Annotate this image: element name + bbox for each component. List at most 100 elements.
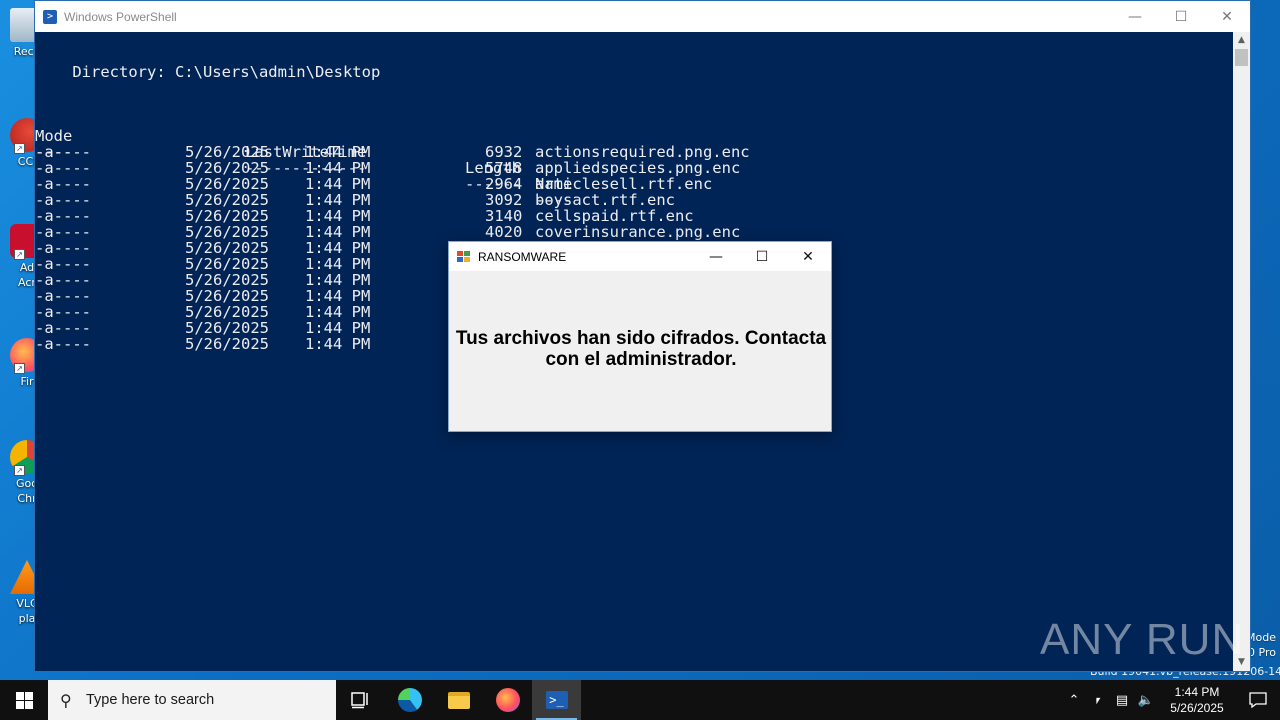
file-mode: -a---- — [35, 143, 91, 161]
file-time: 1:44 PM — [305, 255, 371, 273]
file-length: 2964 — [485, 175, 523, 193]
task-view-icon — [350, 692, 368, 709]
file-date: 5/26/2025 — [185, 271, 269, 289]
vertical-scrollbar[interactable]: ▲ ▼ — [1233, 32, 1250, 671]
file-length: 3092 — [485, 191, 523, 209]
firefox-icon — [495, 688, 520, 712]
network-icon[interactable]: ▤ — [1110, 680, 1134, 720]
file-time: 1:44 PM — [305, 335, 371, 353]
anyrun-watermark: ANY RUN — [1040, 610, 1244, 670]
task-view-button[interactable] — [336, 680, 385, 720]
chevron-up-icon[interactable]: ⌃ — [1062, 680, 1086, 720]
file-length: 5748 — [485, 159, 523, 177]
file-time: 1:44 PM — [305, 143, 371, 161]
search-placeholder: Type here to search — [86, 692, 215, 708]
file-mode: -a---- — [35, 175, 91, 193]
dialog-titlebar[interactable]: RANSOMWARE — ☐ ✕ — [449, 242, 831, 271]
taskbar-search-box[interactable]: ⚲ Type here to search — [48, 680, 336, 720]
file-mode: -a---- — [35, 255, 91, 273]
file-date: 5/26/2025 — [185, 303, 269, 321]
taskbar-clock[interactable]: 1:44 PM 5/26/2025 — [1158, 684, 1236, 716]
file-name: cellspaid.rtf.enc — [535, 207, 694, 225]
file-mode: -a---- — [35, 303, 91, 321]
file-mode: -a---- — [35, 271, 91, 289]
window-title: Windows PowerShell — [64, 9, 177, 24]
file-date: 5/26/2025 — [185, 335, 269, 353]
notification-icon — [1249, 692, 1267, 708]
file-mode: -a---- — [35, 191, 91, 209]
system-tray: ⌃ ⎖ ▤ 🔈 1:44 PM 5/26/2025 — [1062, 680, 1280, 720]
file-date: 5/26/2025 — [185, 159, 269, 177]
file-date: 5/26/2025 — [185, 143, 269, 161]
file-name: boysact.rtf.enc — [535, 191, 675, 209]
file-name: actionsrequired.png.enc — [535, 143, 750, 161]
file-mode: -a---- — [35, 159, 91, 177]
file-date: 5/26/2025 — [185, 175, 269, 193]
file-mode: -a---- — [35, 223, 91, 241]
file-mode: -a---- — [35, 239, 91, 257]
windows-logo-icon — [15, 691, 33, 709]
dialog-maximize-button[interactable]: ☐ — [739, 242, 785, 271]
minimize-button[interactable]: — — [1112, 1, 1158, 32]
ransomware-dialog[interactable]: RANSOMWARE — ☐ ✕ Tus archivos han sido c… — [448, 241, 832, 432]
file-time: 1:44 PM — [305, 271, 371, 289]
file-date: 5/26/2025 — [185, 191, 269, 209]
clock-time: 1:44 PM — [1174, 685, 1220, 699]
taskbar: ⚲ Type here to search >_ ⌃ ⎖ ▤ 🔈 1:44 PM… — [0, 680, 1280, 720]
file-time: 1:44 PM — [305, 287, 371, 305]
edge-icon — [397, 688, 422, 712]
maximize-button[interactable]: ☐ — [1158, 1, 1204, 32]
taskbar-edge[interactable] — [385, 680, 434, 720]
folder-icon — [447, 691, 470, 709]
notification-button[interactable] — [1236, 680, 1280, 720]
ransom-message-line-2: con el administrador. — [545, 349, 737, 370]
file-mode: -a---- — [35, 287, 91, 305]
ransom-message-line-1: Tus archivos han sido cifrados. Contacta — [455, 328, 827, 349]
file-time: 1:44 PM — [305, 239, 371, 257]
scroll-up-icon[interactable]: ▲ — [1233, 32, 1250, 49]
ransom-message: Tus archivos han sido cifrados. Contacta… — [449, 328, 833, 370]
file-mode: -a---- — [35, 319, 91, 337]
file-time: 1:44 PM — [305, 159, 371, 177]
directory-line: Directory: C:\Users\admin\Desktop — [35, 63, 381, 81]
scroll-thumb[interactable] — [1235, 49, 1248, 66]
anyrun-watermark-text: ANY RUN — [1040, 615, 1245, 664]
file-time: 1:44 PM — [305, 319, 371, 337]
close-button[interactable]: ✕ — [1204, 1, 1250, 32]
file-time: 1:44 PM — [305, 175, 371, 193]
clock-date: 5/26/2025 — [1170, 701, 1224, 715]
dialog-title: RANSOMWARE — [478, 249, 567, 264]
file-time: 1:44 PM — [305, 191, 371, 209]
dialog-close-button[interactable]: ✕ — [785, 242, 831, 271]
file-date: 5/26/2025 — [185, 255, 269, 273]
file-date: 5/26/2025 — [185, 239, 269, 257]
powershell-icon: > — [43, 9, 57, 24]
volume-icon[interactable]: 🔈 — [1134, 680, 1158, 720]
windows-form-icon — [457, 250, 471, 263]
search-icon: ⚲ — [60, 690, 72, 710]
file-mode: -a---- — [35, 207, 91, 225]
network-device-icon[interactable]: ⎖ — [1086, 680, 1110, 720]
file-date: 5/26/2025 — [185, 207, 269, 225]
file-name: appliedspecies.png.enc — [535, 159, 741, 177]
file-length: 3140 — [485, 207, 523, 225]
dialog-minimize-button[interactable]: — — [693, 242, 739, 271]
file-name: articlesell.rtf.enc — [535, 175, 713, 193]
underline-row: ---- ------------- ------ ---- — [35, 128, 572, 208]
file-name: coverinsurance.png.enc — [535, 223, 741, 241]
taskbar-firefox[interactable] — [483, 680, 532, 720]
taskbar-powershell[interactable]: >_ — [532, 680, 581, 720]
file-length: 4020 — [485, 223, 523, 241]
file-date: 5/26/2025 — [185, 319, 269, 337]
taskbar-file-explorer[interactable] — [434, 680, 483, 720]
file-time: 1:44 PM — [305, 207, 371, 225]
file-mode: -a---- — [35, 335, 91, 353]
file-length: 6932 — [485, 143, 523, 161]
file-date: 5/26/2025 — [185, 287, 269, 305]
file-date: 5/26/2025 — [185, 223, 269, 241]
file-time: 1:44 PM — [305, 223, 371, 241]
file-time: 1:44 PM — [305, 303, 371, 321]
powershell-icon: >_ — [545, 691, 568, 709]
start-button[interactable] — [0, 680, 48, 720]
powershell-titlebar[interactable]: > Windows PowerShell — ☐ ✕ — [35, 1, 1250, 32]
